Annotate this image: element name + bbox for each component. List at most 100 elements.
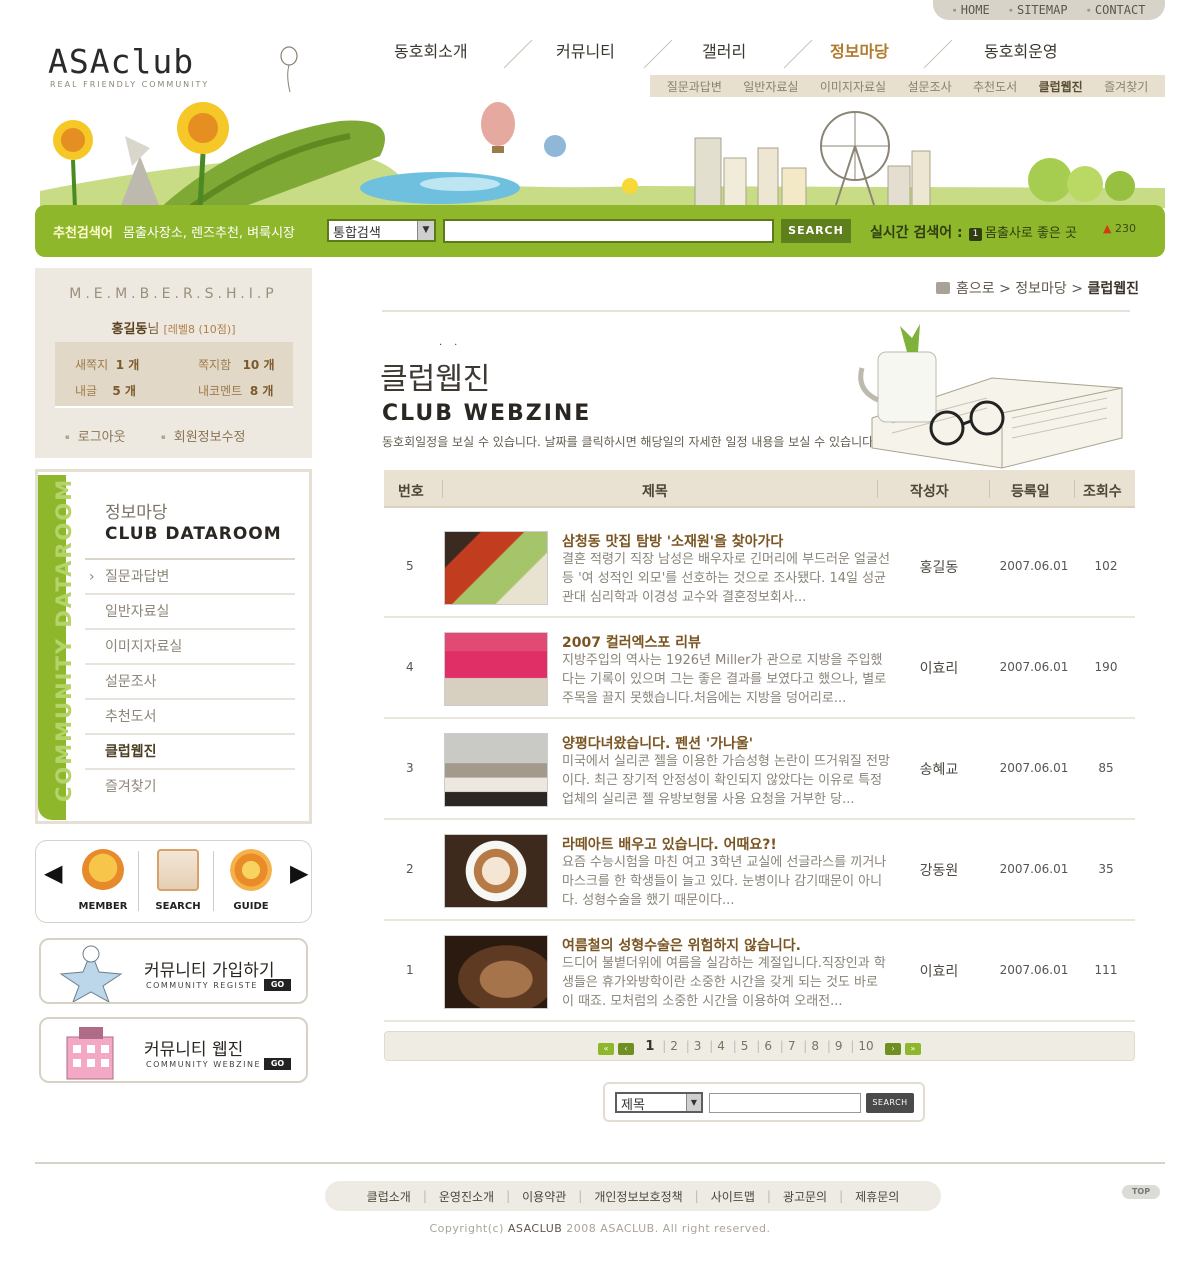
footer-link-club[interactable]: 클럽소개	[367, 1188, 411, 1205]
realtime-keyword[interactable]: 1 몸출사로 좋은 곳	[969, 222, 1077, 241]
row-date: 2007.06.01	[999, 862, 1069, 876]
side-item-survey[interactable]: 설문조사	[85, 663, 295, 698]
subnav-qna[interactable]: 질문과답변	[667, 78, 722, 95]
subnav-images[interactable]: 이미지자료실	[820, 78, 886, 95]
subnav-survey[interactable]: 설문조사	[907, 78, 951, 95]
side-item-qna[interactable]: 질문과답변	[85, 558, 295, 595]
page-link[interactable]: 9	[835, 1039, 843, 1053]
next-page-icon[interactable]: ›	[885, 1043, 902, 1055]
row-title[interactable]: 여름철의 성형수술은 위험하지 않습니다.	[562, 935, 801, 955]
breadcrumb-home[interactable]: 홈으로	[956, 281, 995, 297]
table-row[interactable]: 3 양평다녀왔습니다. 펜션 '가나울' 미국에서 실리콘 젤을 이용한 가슴성…	[384, 719, 1135, 820]
first-page-icon[interactable]: «	[598, 1043, 615, 1055]
quick-search[interactable]: SEARCH	[143, 849, 213, 912]
util-sitemap-link[interactable]: SITEMAP	[1009, 3, 1068, 17]
banner-subtitle: COMMUNITY WEBZINE	[146, 1060, 262, 1069]
stat-new-note[interactable]: 새쪽지 1 개	[75, 356, 139, 373]
breadcrumb-mid[interactable]: 정보마당	[1015, 281, 1067, 297]
page-link[interactable]: 8	[811, 1039, 819, 1053]
footer-link-partner[interactable]: 제휴문의	[855, 1188, 899, 1205]
row-title[interactable]: 양평다녀왔습니다. 펜션 '가나울'	[562, 733, 753, 753]
pension-thumbnail[interactable]	[444, 733, 548, 807]
table-row[interactable]: 1 여름철의 성형수술은 위험하지 않습니다. 드디어 불볕더위에 여름을 실감…	[384, 921, 1135, 1022]
balloon-icon	[280, 46, 298, 93]
row-title[interactable]: 삼청동 맛집 탐방 '소재원'을 찾아가다	[562, 531, 783, 551]
row-title[interactable]: 라떼아트 배우고 있습니다. 어때요?!	[562, 834, 777, 854]
logout-link[interactable]: 로그아웃	[65, 426, 126, 445]
bread-thumbnail[interactable]	[444, 935, 548, 1009]
prev-arrow-icon[interactable]: ◀	[44, 859, 62, 887]
side-item-favorites[interactable]: 즐겨찾기	[85, 768, 295, 803]
gnb-item-community[interactable]: 커뮤니티	[556, 38, 615, 62]
subnav-webzine[interactable]: 클럽웹진	[1039, 78, 1083, 95]
search-icon	[157, 849, 199, 891]
side-item-webzine[interactable]: 클럽웹진	[85, 733, 295, 768]
breadcrumb: 홈으로 > 정보마당 > 클럽웹진	[936, 278, 1139, 298]
table-row[interactable]: 4 2007 컬러엑스포 리뷰 지방주입의 역사는 1926년 Miller가 …	[384, 618, 1135, 719]
search-button[interactable]: SEARCH	[781, 219, 851, 243]
stat-note-box[interactable]: 쪽지함 10 개	[198, 356, 275, 373]
subnav-general[interactable]: 일반자료실	[743, 78, 798, 95]
footer-link-ads[interactable]: 광고문의	[783, 1188, 827, 1205]
row-views: 35	[1098, 862, 1114, 876]
footer-link-staff[interactable]: 운영진소개	[439, 1188, 494, 1205]
food-thumbnail[interactable]	[444, 531, 548, 605]
subnav-favorites[interactable]: 즐겨찾기	[1104, 78, 1148, 95]
util-home-link[interactable]: HOME	[953, 3, 990, 17]
community-webzine-banner[interactable]: 커뮤니티 웹진 COMMUNITY WEBZINE GO	[39, 1017, 308, 1083]
table-row[interactable]: 2 라떼아트 배우고 있습니다. 어때요?! 요즘 수능시험을 마친 여고 3학…	[384, 820, 1135, 921]
footer-divider	[35, 1162, 1165, 1164]
stat-my-posts[interactable]: 내글 5 개	[75, 382, 136, 399]
join-community-banner[interactable]: 커뮤니티 가입하기 COMMUNITY REGISTE GO	[39, 938, 308, 1004]
search-scope-select[interactable]: 통합검색 ▼	[327, 219, 436, 242]
gnb-item-info[interactable]: 정보마당	[830, 38, 889, 62]
subnav-books[interactable]: 추천도서	[973, 78, 1017, 95]
page-link[interactable]: 4	[717, 1039, 725, 1053]
search-input[interactable]	[443, 219, 774, 243]
prev-page-icon[interactable]: ‹	[617, 1043, 634, 1055]
page-link[interactable]: 10	[858, 1039, 873, 1053]
page-link[interactable]: 6	[764, 1039, 772, 1053]
recommend-words[interactable]: 몸출사장소, 렌즈추천, 벼룩시장	[123, 222, 295, 241]
table-row[interactable]: 5 삼청동 맛집 탐방 '소재원'을 찾아가다 결혼 적령기 직장 남성은 배우…	[384, 517, 1135, 618]
util-contact-link[interactable]: CONTACT	[1087, 3, 1146, 17]
board-search-button[interactable]: SEARCH	[866, 1093, 914, 1113]
row-author: 송혜교	[919, 762, 959, 778]
board-search-field-select[interactable]: 제목 ▼	[615, 1092, 703, 1113]
footer-link-privacy[interactable]: 개인정보보호정책	[594, 1188, 682, 1205]
next-arrow-icon[interactable]: ▶	[290, 859, 308, 887]
quick-guide[interactable]: GUIDE	[216, 849, 286, 912]
col-author: 작성자	[910, 484, 949, 500]
side-menu-list: 질문과답변 일반자료실 이미지자료실 설문조사 추천도서 클럽웹진 즐겨찾기	[85, 558, 295, 803]
go-button[interactable]: GO	[264, 1058, 291, 1070]
book-mug-illustration	[858, 324, 1123, 469]
row-date: 2007.06.01	[999, 963, 1069, 977]
side-item-books[interactable]: 추천도서	[85, 698, 295, 733]
gnb-item-intro[interactable]: 동호회소개	[394, 38, 468, 62]
page-link[interactable]: 5	[741, 1039, 749, 1053]
side-item-images[interactable]: 이미지자료실	[85, 628, 295, 663]
side-item-general[interactable]: 일반자료실	[85, 593, 295, 628]
gnb-item-operation[interactable]: 동호회운영	[984, 38, 1058, 62]
row-title[interactable]: 2007 컬러엑스포 리뷰	[562, 632, 701, 652]
expo-thumbnail[interactable]	[444, 632, 548, 706]
breadcrumb-current: 클럽웹진	[1087, 281, 1139, 297]
footer-link-terms[interactable]: 이용약관	[522, 1188, 566, 1205]
board-search-input[interactable]	[709, 1093, 861, 1113]
footer-link-sitemap[interactable]: 사이트맵	[711, 1188, 755, 1205]
top-button[interactable]: TOP	[1122, 1185, 1160, 1199]
page-link[interactable]: 2	[670, 1039, 678, 1053]
page-link[interactable]: 7	[788, 1039, 796, 1053]
quick-member[interactable]: MEMBER	[68, 849, 138, 912]
gnb-item-gallery[interactable]: 갤러리	[702, 38, 746, 62]
stat-my-comments[interactable]: 내코멘트 8 개	[198, 382, 273, 399]
page-link[interactable]: 3	[694, 1039, 702, 1053]
go-button[interactable]: GO	[264, 979, 291, 991]
home-icon[interactable]	[936, 282, 950, 294]
page-current[interactable]: 1	[645, 1039, 654, 1054]
row-author: 이효리	[919, 661, 959, 677]
last-page-icon[interactable]: »	[904, 1043, 921, 1055]
edit-profile-link[interactable]: 회원정보수정	[161, 426, 246, 445]
latte-thumbnail[interactable]	[444, 834, 548, 908]
site-logo[interactable]: ASAclub	[48, 42, 194, 81]
